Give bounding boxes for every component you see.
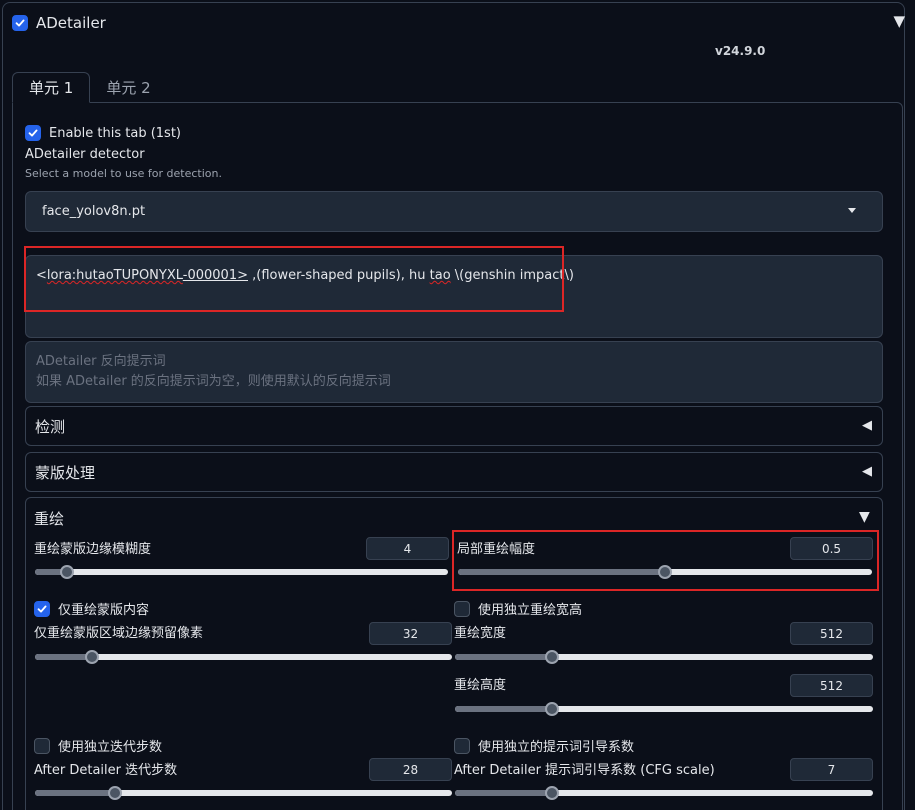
inpaint-width-slider[interactable] [455, 654, 873, 660]
accordion-inpaint-label[interactable]: 重绘 [34, 508, 64, 529]
mask-blur-slider-thumb[interactable] [60, 565, 74, 579]
checkmark-icon [28, 129, 38, 137]
inpaint-width-number[interactable]: 512 [790, 622, 873, 645]
steps-label: After Detailer 迭代步数 [34, 763, 178, 778]
collapse-caret-icon[interactable]: ▼ [893, 12, 905, 30]
cfg-slider[interactable] [455, 790, 873, 796]
tab-unit-1[interactable]: 单元 1 [12, 72, 91, 103]
steps-number[interactable]: 28 [369, 758, 452, 781]
only-masked-checkbox[interactable] [34, 600, 50, 617]
use-sep-cfg-label: 使用独立的提示词引导系数 [478, 740, 635, 755]
prompt-lora-token: lora:hutaoTUPONYXL [46, 268, 183, 283]
neg-prompt-placeholder-line2: 如果 ADetailer 的反向提示词为空，则使用默认的反向提示词 [36, 374, 391, 389]
caret-left-icon: ◀ [862, 464, 872, 479]
steps-slider[interactable] [35, 790, 452, 796]
padding-slider-thumb[interactable] [85, 650, 99, 664]
inpaint-width-label: 重绘宽度 [454, 626, 507, 641]
accordion-mask-label: 蒙版处理 [35, 463, 96, 482]
mask-blur-label: 重绘蒙版边缘模糊度 [34, 542, 152, 557]
use-sep-cfg-checkbox[interactable] [454, 737, 470, 754]
checkmark-icon [15, 19, 25, 27]
cfg-slider-thumb[interactable] [545, 786, 559, 800]
denoise-number[interactable]: 0.5 [790, 537, 873, 560]
ad-prompt-textarea[interactable]: <lora:hutaoTUPONYXL-000001> ,(flower-sha… [25, 255, 883, 338]
prompt-text: -000001> [182, 268, 248, 283]
caret-down-icon[interactable]: ▼ [859, 509, 870, 525]
inpaint-height-label: 重绘高度 [454, 678, 507, 693]
padding-number[interactable]: 32 [369, 622, 452, 645]
accordion-mask[interactable]: 蒙版处理 ◀ [25, 452, 883, 492]
mask-blur-slider[interactable] [35, 569, 448, 575]
prompt-text: ,(flower-shaped pupils), hu [248, 268, 430, 283]
prompt-misspelled-token: tao [429, 268, 451, 283]
use-sep-wh-checkbox[interactable] [454, 600, 470, 617]
detector-description: Select a model to use for detection. [25, 167, 222, 180]
inpaint-height-slider-thumb[interactable] [545, 702, 559, 716]
caret-left-icon: ◀ [862, 418, 872, 433]
cfg-number[interactable]: 7 [790, 758, 873, 781]
prompt-text: \(genshin impact\) [450, 268, 574, 283]
version-label: v24.9.0 [715, 44, 766, 58]
mask-blur-number[interactable]: 4 [366, 537, 449, 560]
inpaint-width-slider-thumb[interactable] [545, 650, 559, 664]
adetailer-title: ADetailer [36, 14, 106, 32]
steps-slider-thumb[interactable] [108, 786, 122, 800]
use-sep-steps-row[interactable]: 使用独立迭代步数 [34, 736, 162, 755]
denoise-label: 局部重绘幅度 [457, 542, 536, 557]
chevron-down-icon [848, 208, 856, 213]
enable-tab-row[interactable]: Enable this tab (1st) [25, 125, 181, 141]
cfg-label: After Detailer 提示词引导系数 (CFG scale) [454, 763, 715, 778]
use-sep-wh-row[interactable]: 使用独立重绘宽高 [454, 599, 582, 618]
accordion-detect-label: 检测 [35, 417, 66, 436]
adetailer-enable-checkbox[interactable] [12, 15, 28, 31]
detector-selected-value: face_yolov8n.pt [42, 204, 146, 219]
ad-negative-prompt-textarea[interactable]: ADetailer 反向提示词 如果 ADetailer 的反向提示词为空，则使… [25, 341, 883, 403]
inpaint-height-slider[interactable] [455, 706, 873, 712]
inpaint-height-number[interactable]: 512 [790, 674, 873, 697]
enable-tab-checkbox[interactable] [25, 125, 41, 141]
detector-label: ADetailer detector [25, 147, 145, 162]
unit-tabs: 单元 1 单元 2 [12, 72, 167, 103]
padding-label: 仅重绘蒙版区域边缘预留像素 [34, 626, 204, 641]
only-masked-label: 仅重绘蒙版内容 [58, 603, 150, 618]
prompt-text: < [36, 268, 47, 283]
use-sep-steps-checkbox[interactable] [34, 737, 50, 754]
only-masked-row[interactable]: 仅重绘蒙版内容 [34, 599, 149, 618]
accordion-detect[interactable]: 检测 ◀ [25, 406, 883, 446]
use-sep-steps-label: 使用独立迭代步数 [58, 740, 163, 755]
enable-tab-label: Enable this tab (1st) [49, 125, 181, 141]
use-sep-cfg-row[interactable]: 使用独立的提示词引导系数 [454, 736, 634, 755]
checkmark-icon [37, 605, 47, 612]
adetailer-header[interactable]: ADetailer [12, 12, 106, 34]
use-sep-wh-label: 使用独立重绘宽高 [478, 603, 583, 618]
tab-unit-2[interactable]: 单元 2 [90, 72, 166, 103]
denoise-slider-thumb[interactable] [658, 565, 672, 579]
detector-dropdown[interactable]: face_yolov8n.pt [25, 191, 883, 232]
neg-prompt-placeholder-line1: ADetailer 反向提示词 [36, 354, 166, 369]
